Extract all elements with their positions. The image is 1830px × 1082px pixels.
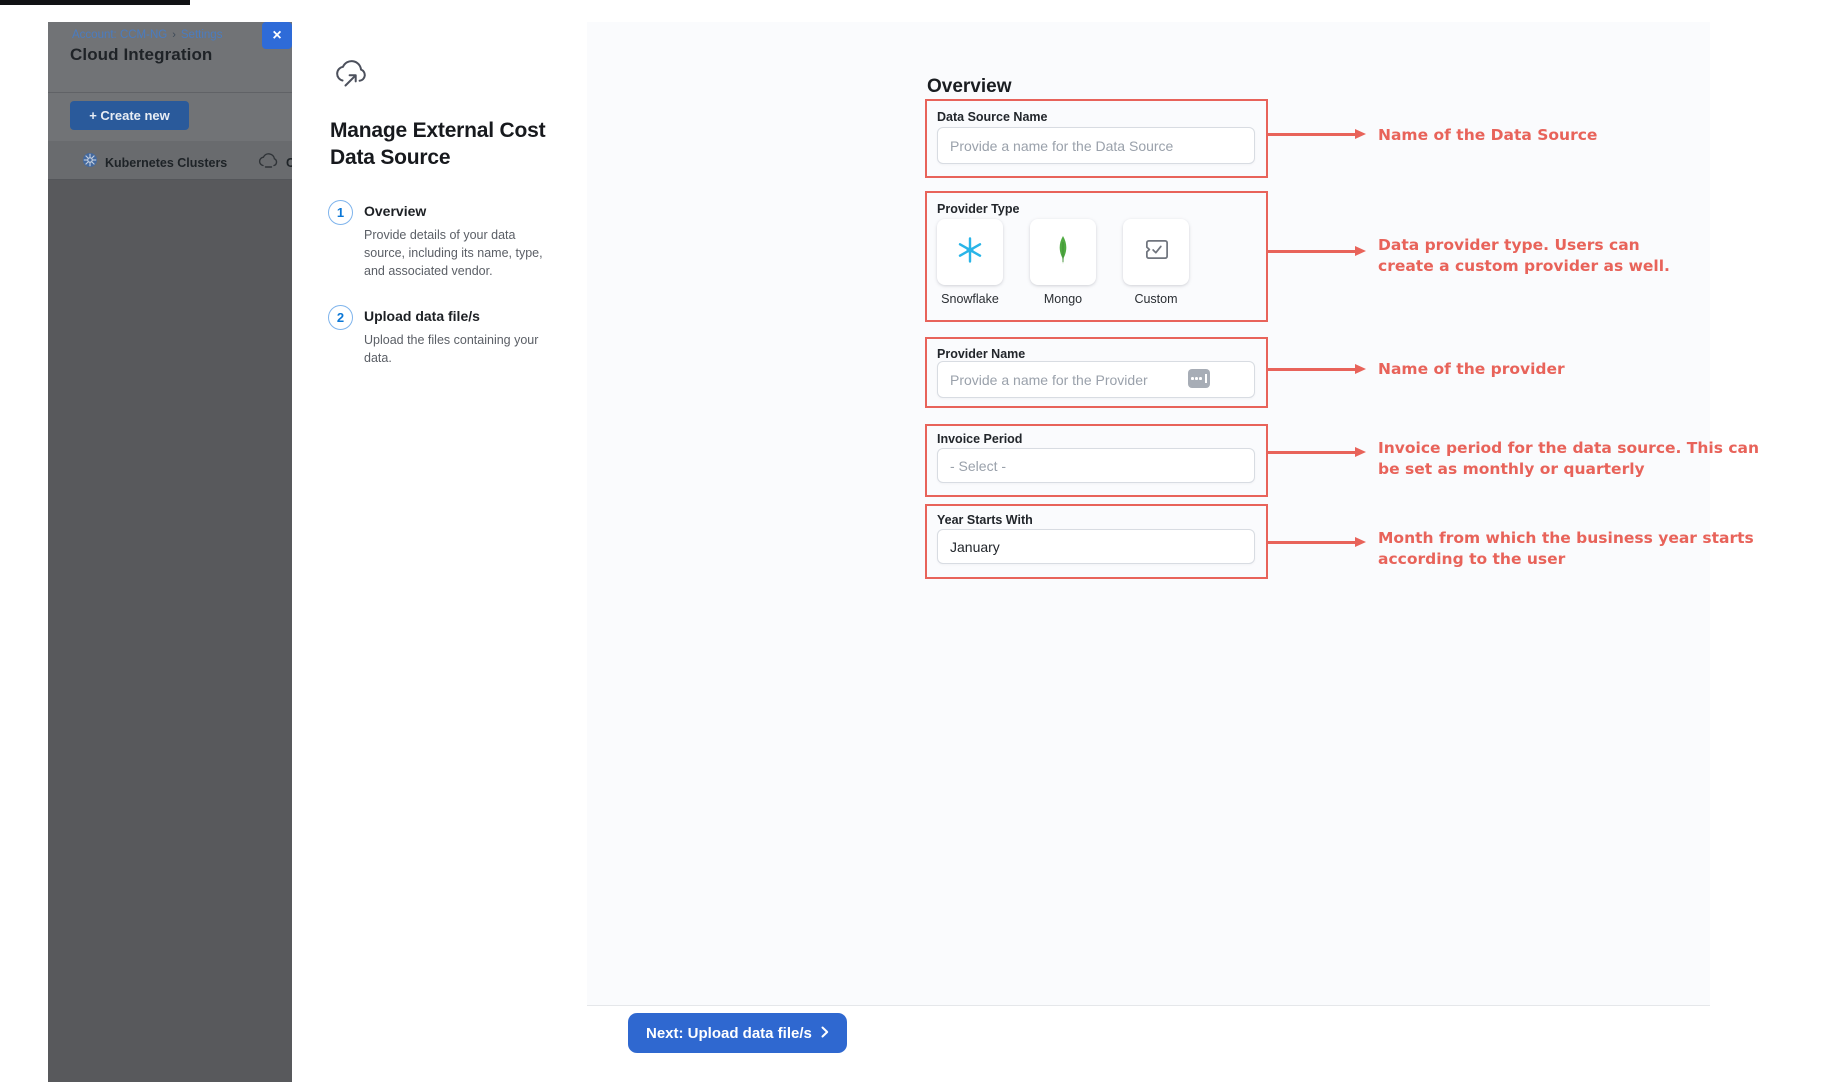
annotation-text-invoice-period: Invoice period for the data source. This… [1378, 438, 1798, 480]
data-source-name-input[interactable] [937, 127, 1255, 164]
next-upload-button-label: Next: Upload data file/s [646, 1025, 812, 1042]
header-divider [48, 92, 292, 93]
kubernetes-icon [82, 152, 98, 173]
provider-card-mongo[interactable] [1030, 219, 1096, 285]
provider-card-snowflake[interactable] [937, 219, 1003, 285]
overview-form: Overview Data Source Name Provider Type [587, 22, 1710, 1005]
screenshot-canvas: Account: CCM-NG › Settings Cloud Integrati… [0, 0, 1830, 1082]
mongo-leaf-icon [1056, 235, 1070, 270]
provider-option-snowflake-label: Snowflake [937, 292, 1003, 306]
step-2-title[interactable]: Upload data file/s [364, 308, 480, 324]
top-black-strip [0, 0, 190, 5]
step-1-indicator: 1 [328, 200, 353, 225]
annotation-arrowhead [1355, 537, 1366, 547]
drawer-footer: Next: Upload data file/s [587, 1005, 1710, 1082]
tab-cloud-partial[interactable]: C [258, 152, 292, 173]
breadcrumb-settings-link[interactable]: Settings [181, 29, 223, 41]
close-icon[interactable]: × [262, 22, 292, 49]
ellipsis-icon[interactable] [1188, 369, 1210, 388]
annotation-text-data-source-name: Name of the Data Source [1378, 125, 1798, 146]
tab-kubernetes-clusters-label: Kubernetes Clusters [105, 156, 227, 170]
step-1-description: Provide details of your data source, inc… [364, 226, 546, 280]
background-page: Account: CCM-NG › Settings Cloud Integrati… [48, 22, 292, 1082]
annotation-arrowhead [1355, 129, 1366, 139]
annotation-text-year-starts-with: Month from which the business year start… [1378, 528, 1798, 570]
step-1-title[interactable]: Overview [364, 203, 426, 219]
manage-data-source-drawer: Manage External Cost Data Source 1 Overv… [292, 22, 1710, 1082]
annotation-arrow [1266, 451, 1356, 454]
step-2-description: Upload the files containing your data. [364, 331, 546, 367]
next-upload-button[interactable]: Next: Upload data file/s [628, 1013, 847, 1053]
annotation-arrowhead [1355, 364, 1366, 374]
background-page-header: Account: CCM-NG › Settings Cloud Integrati… [48, 22, 292, 141]
annotation-arrow [1266, 368, 1356, 371]
invoice-period-select[interactable] [937, 448, 1255, 483]
tab-kubernetes-clusters[interactable]: Kubernetes Clusters [82, 152, 227, 173]
year-starts-with-label: Year Starts With [937, 513, 1033, 527]
annotation-arrow [1266, 541, 1356, 544]
year-starts-with-select[interactable] [937, 529, 1255, 564]
drawer-title: Manage External Cost Data Source [330, 117, 570, 171]
snowflake-icon [955, 235, 985, 270]
cloud-export-icon [332, 58, 366, 94]
step-2-indicator: 2 [328, 305, 353, 330]
data-source-name-label: Data Source Name [937, 110, 1047, 124]
annotation-text-provider-type: Data provider type. Users can create a c… [1378, 235, 1798, 277]
form-heading: Overview [927, 76, 1012, 98]
invoice-period-label: Invoice Period [937, 432, 1022, 446]
provider-type-label: Provider Type [937, 202, 1019, 216]
annotation-arrowhead [1355, 447, 1366, 457]
page-title: Cloud Integration [70, 45, 212, 65]
annotation-arrow [1266, 250, 1356, 253]
provider-option-mongo-label: Mongo [1030, 292, 1096, 306]
chevron-right-icon [821, 1025, 829, 1042]
annotation-arrowhead [1355, 246, 1366, 256]
provider-name-label: Provider Name [937, 347, 1025, 361]
breadcrumb: Account: CCM-NG › Settings [72, 29, 222, 41]
annotation-text-provider-name: Name of the provider [1378, 359, 1798, 380]
annotation-arrow [1266, 133, 1356, 136]
provider-card-custom[interactable] [1123, 219, 1189, 285]
drawer-sidebar: Manage External Cost Data Source 1 Overv… [292, 22, 588, 1082]
breadcrumb-account-link[interactable]: Account: CCM-NG [72, 29, 167, 41]
create-new-button[interactable]: + Create new [70, 101, 189, 130]
provider-option-custom-label: Custom [1123, 292, 1189, 306]
breadcrumb-separator-icon: › [172, 29, 176, 41]
custom-provider-icon [1142, 236, 1171, 268]
cloud-icon [258, 152, 279, 173]
